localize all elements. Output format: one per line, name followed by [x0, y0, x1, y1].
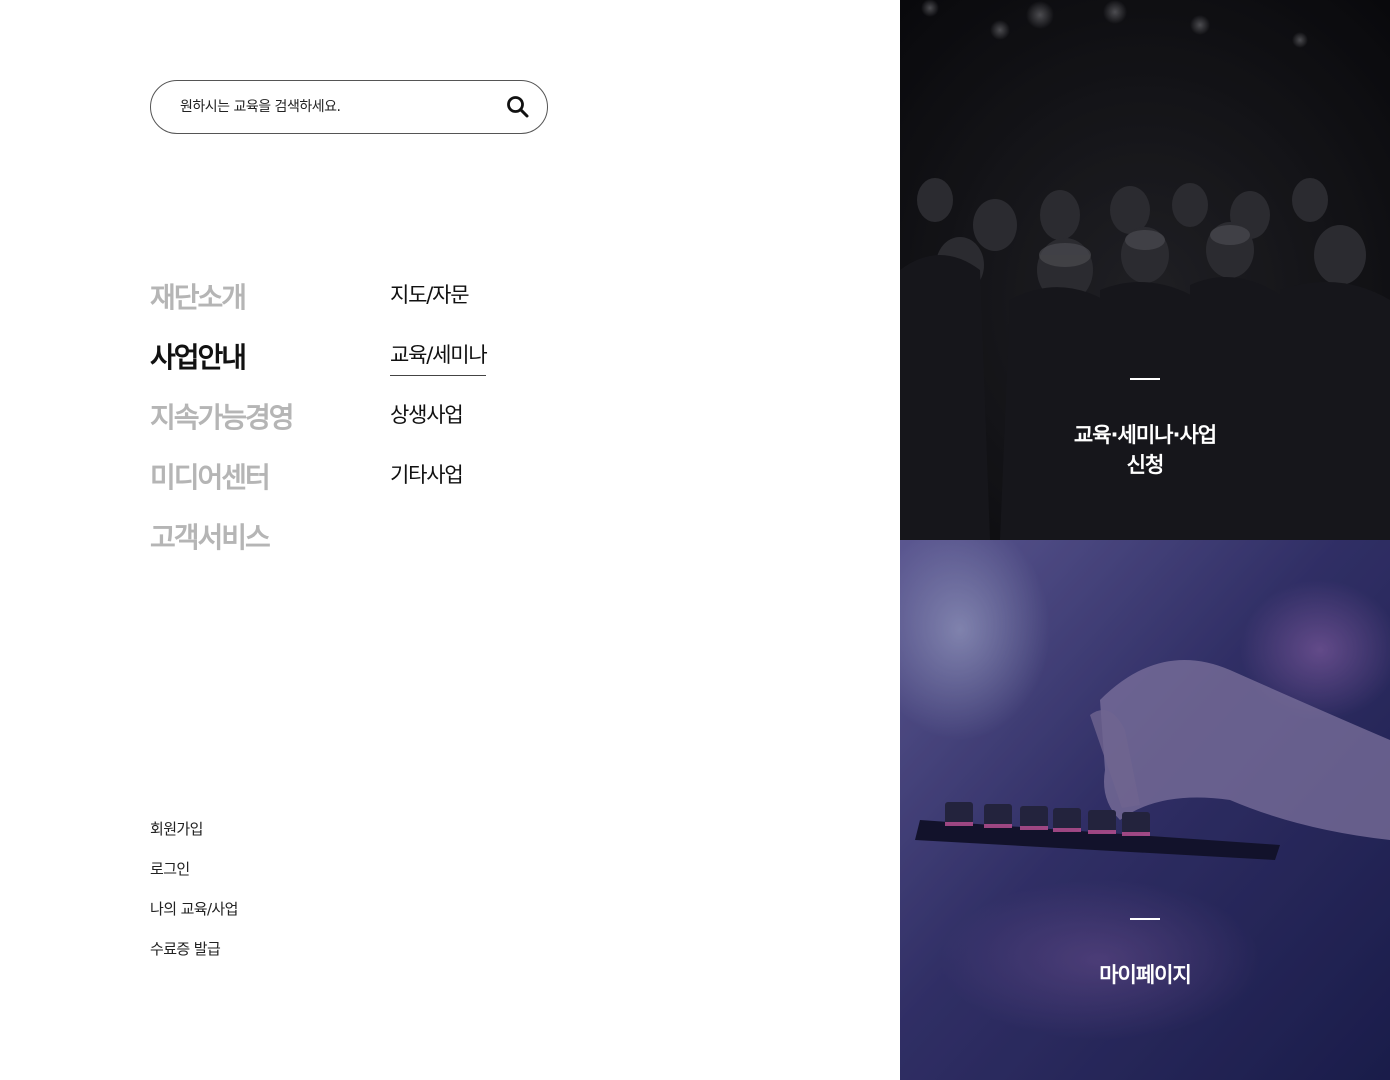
sub-menu-item-education-seminar[interactable]: 교육/세미나 [390, 338, 488, 398]
main-menu-item-customer-service[interactable]: 고객서비스 [150, 518, 293, 578]
mypage-panel-label: 마이페이지 [1099, 963, 1192, 987]
sub-menu-item-win-win[interactable]: 상생사업 [390, 398, 486, 458]
search-button[interactable] [505, 94, 531, 120]
apply-panel[interactable]: 교육·세미나·사업 신청 [900, 0, 1390, 540]
panel-divider [1130, 378, 1160, 380]
login-link[interactable]: 로그인 [150, 856, 238, 896]
mypage-panel[interactable]: 마이페이지 [900, 540, 1390, 1080]
sub-menu-item-label: 기타사업 [390, 463, 464, 487]
panel-divider [1130, 918, 1160, 920]
sub-menu: 지도/자문 교육/세미나 상생사업 기타사업 [390, 278, 488, 518]
certificate-link[interactable]: 수료증 발급 [150, 936, 238, 976]
sub-menu-item-other[interactable]: 기타사업 [390, 458, 486, 518]
sub-menu-item-label: 교육/세미나 [390, 338, 488, 376]
apply-panel-label: 교육·세미나·사업 신청 [1073, 423, 1217, 477]
main-menu-item-foundation[interactable]: 재단소개 [150, 278, 293, 338]
sub-menu-item-consulting[interactable]: 지도/자문 [390, 278, 486, 338]
main-menu-item-business[interactable]: 사업안내 [150, 338, 293, 398]
sub-menu-item-label: 상생사업 [390, 403, 464, 427]
utility-links: 회원가입 로그인 나의 교육/사업 수료증 발급 [150, 816, 238, 976]
keyboard-typing-photo [900, 540, 1390, 1080]
signup-link[interactable]: 회원가입 [150, 816, 238, 856]
search-input[interactable] [180, 81, 490, 133]
search-box [150, 80, 548, 134]
full-menu-page: 재단소개 사업안내 지속가능경영 미디어센터 고객서비스 지도/자문 교육/세미… [0, 0, 1390, 1080]
my-education-link[interactable]: 나의 교육/사업 [150, 896, 238, 936]
main-menu-item-media-center[interactable]: 미디어센터 [150, 458, 293, 518]
main-menu-item-sustainability[interactable]: 지속가능경영 [150, 398, 295, 458]
sub-menu-item-label: 지도/자문 [390, 283, 470, 307]
search-icon [507, 96, 529, 118]
main-menu: 재단소개 사업안내 지속가능경영 미디어센터 고객서비스 [150, 278, 295, 578]
